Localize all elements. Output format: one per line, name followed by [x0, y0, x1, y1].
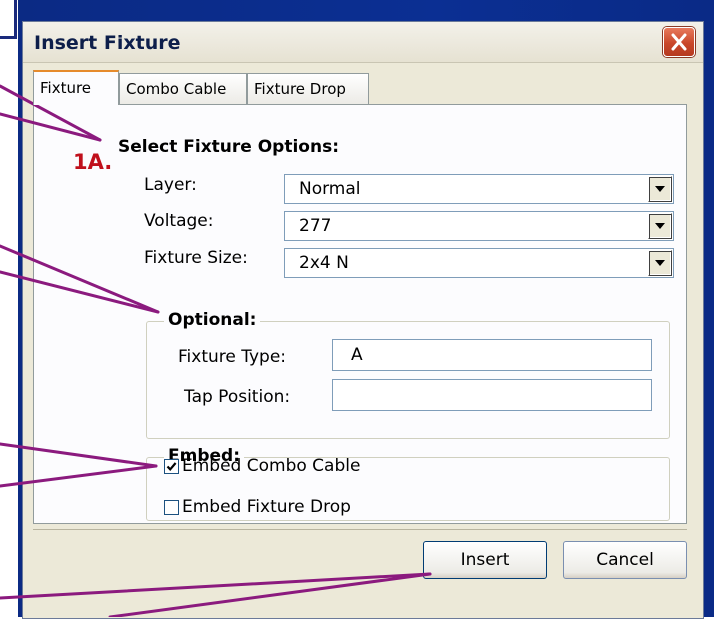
cancel-button[interactable]: Cancel [563, 541, 687, 579]
fixture-size-dropdown-button[interactable] [648, 250, 672, 276]
fixture-size-select[interactable]: 2x4 N [284, 248, 674, 278]
tap-position-input[interactable] [332, 379, 652, 411]
insert-fixture-dialog: Insert Fixture Fixture Combo Cable Fixtu… [22, 21, 704, 619]
callout-box [0, 0, 17, 39]
chevron-down-icon [655, 223, 665, 229]
section-heading: Select Fixture Options: [118, 137, 339, 157]
tab-fixture[interactable]: Fixture [33, 70, 119, 105]
tab-combo-cable[interactable]: Combo Cable [119, 73, 247, 104]
embed-fixture-drop-label: Embed Fixture Drop [182, 497, 351, 517]
layer-dropdown-button[interactable] [648, 176, 672, 202]
fixture-drop-check-box[interactable] [164, 500, 179, 515]
step-annotation: 1A. [73, 150, 113, 174]
embed-combo-cable-label: Embed Combo Cable [182, 456, 361, 476]
chevron-down-icon [655, 260, 665, 266]
title-bar[interactable]: Insert Fixture [23, 22, 703, 63]
fixture-type-input[interactable]: A [332, 339, 652, 371]
close-icon [671, 33, 687, 51]
button-separator [33, 529, 687, 530]
tab-fixture-drop[interactable]: Fixture Drop [247, 73, 369, 104]
tab-fixture-drop-label: Fixture Drop [254, 80, 346, 98]
cancel-button-label: Cancel [596, 550, 654, 570]
tab-fixture-label: Fixture [40, 79, 92, 97]
insert-button-label: Insert [460, 550, 510, 570]
fixture-size-label: Fixture Size: [144, 248, 248, 268]
fixture-size-value: 2x4 N [299, 253, 349, 273]
layer-label: Layer: [144, 175, 197, 195]
layer-select[interactable]: Normal [284, 174, 674, 204]
voltage-select[interactable]: 277 [284, 211, 674, 241]
insert-button[interactable]: Insert [423, 541, 547, 579]
tab-combo-cable-label: Combo Cable [126, 80, 227, 98]
fixture-type-value: A [351, 345, 363, 365]
chevron-down-icon [655, 186, 665, 192]
voltage-dropdown-button[interactable] [648, 213, 672, 239]
optional-legend: Optional: [164, 310, 261, 330]
embed-fixture-drop-checkbox[interactable]: Embed Fixture Drop [162, 497, 382, 519]
voltage-label: Voltage: [144, 211, 214, 231]
tap-position-label: Tap Position: [184, 387, 291, 407]
embed-combo-cable-checkbox[interactable]: Embed Combo Cable [162, 456, 382, 478]
layer-value: Normal [299, 179, 361, 199]
close-button[interactable] [663, 27, 695, 57]
combo-cable-check-box[interactable] [164, 459, 179, 474]
dialog-title: Insert Fixture [34, 32, 181, 54]
fixture-type-label: Fixture Type: [178, 347, 287, 367]
checkmark-icon [166, 462, 177, 472]
voltage-value: 277 [299, 216, 332, 236]
